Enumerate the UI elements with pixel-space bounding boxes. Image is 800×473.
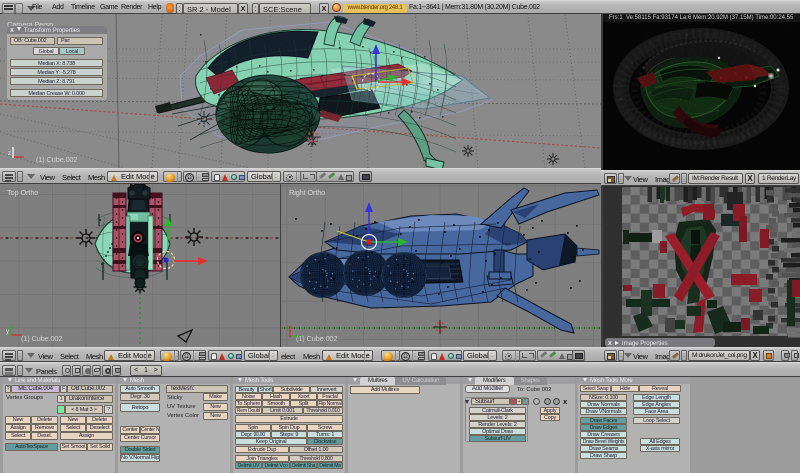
svg-text:z: z [8,151,11,157]
svg-text:y: y [6,329,9,335]
